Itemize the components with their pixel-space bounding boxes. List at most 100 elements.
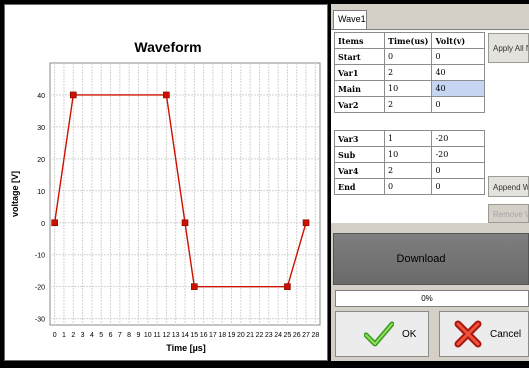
- volt-cell[interactable]: -20: [431, 130, 485, 147]
- x-tick-label: 7: [118, 332, 122, 339]
- download-button[interactable]: Download: [333, 233, 529, 285]
- header-items: Items: [334, 32, 385, 49]
- x-tick-label: 20: [237, 332, 245, 339]
- tab-wave1[interactable]: Wave1: [333, 10, 367, 30]
- x-tick-label: 0: [53, 332, 57, 339]
- x-tick-label: 1: [62, 332, 66, 339]
- volt-cell[interactable]: -20: [431, 146, 485, 163]
- chart-title: Waveform: [134, 39, 201, 55]
- x-tick-label: 25: [284, 332, 292, 339]
- apply-all-button[interactable]: Apply All N: [488, 33, 529, 63]
- x-tick-label: 21: [246, 332, 254, 339]
- x-tick-label: 2: [71, 332, 75, 339]
- x-tick-label: 24: [274, 332, 282, 339]
- volt-cell[interactable]: 0: [431, 162, 485, 179]
- table-row: Var3 1 -20: [334, 130, 485, 147]
- progress-text: 0%: [421, 294, 433, 303]
- time-cell[interactable]: 10: [383, 146, 433, 163]
- table-spacer-row: [334, 112, 485, 131]
- header-volt: Volt(v): [431, 32, 485, 49]
- remove-wave-button[interactable]: Remove V: [488, 204, 529, 223]
- x-tick-label: 10: [144, 332, 152, 339]
- table-row: End 0 0: [334, 178, 485, 195]
- y-tick-label: 40: [37, 93, 45, 100]
- download-progress-bar: 0%: [335, 290, 529, 307]
- table-row: Start 0 0: [334, 48, 485, 65]
- x-tick-label: 19: [228, 332, 236, 339]
- checkmark-icon: [364, 321, 394, 347]
- x-axis-label: Time [µs]: [166, 343, 206, 353]
- header-time: Time(us): [383, 32, 433, 49]
- spacer-cell: [334, 112, 485, 131]
- waveform-chart-panel: Waveform 0 1 2 3 4 5 6 7 8 9 10 11 12 13 14 15 16 17 18 19 2…: [4, 4, 328, 361]
- x-tick-label: 22: [256, 332, 264, 339]
- download-label: Download: [396, 253, 446, 265]
- table-row: Var4 2 0: [334, 162, 485, 179]
- x-tick-label: 26: [293, 332, 301, 339]
- y-tick-label: 20: [37, 157, 45, 164]
- x-tick-label: 17: [209, 332, 217, 339]
- x-tick-label: 8: [127, 332, 131, 339]
- row-item-label: Start: [334, 48, 385, 65]
- data-point[interactable]: [163, 91, 170, 99]
- x-tick-label: 5: [99, 332, 103, 339]
- volt-cell-selected[interactable]: 40: [431, 80, 485, 97]
- y-tick-label: -30: [35, 317, 45, 324]
- table-row: Main 10 40: [334, 80, 485, 97]
- wave-points-table: Items Time(us) Volt(v) Start 0 0 Var1 2 …: [334, 32, 485, 195]
- x-tick-label: 18: [218, 332, 226, 339]
- x-tick-label: 23: [265, 332, 273, 339]
- data-point[interactable]: [191, 283, 198, 290]
- y-tick-label: 30: [37, 125, 45, 132]
- volt-cell[interactable]: 40: [431, 64, 485, 81]
- time-cell[interactable]: 2: [383, 96, 433, 113]
- table-row: Var1 2 40: [334, 64, 485, 81]
- app-window: Waveform 0 1 2 3 4 5 6 7 8 9 10 11 12 13 14 15 16 17 18 19 2…: [0, 0, 529, 368]
- y-axis-label: voltage [V]: [10, 171, 20, 217]
- table-header-row: Items Time(us) Volt(v): [334, 32, 485, 49]
- table-row: Var2 2 0: [334, 96, 485, 113]
- y-tick-label: 0: [41, 221, 45, 228]
- x-icon: [454, 320, 482, 348]
- x-tick-label: 9: [136, 332, 140, 339]
- volt-cell[interactable]: 0: [431, 96, 485, 113]
- volt-cell[interactable]: 0: [431, 178, 485, 195]
- x-tick-label: 27: [302, 332, 310, 339]
- data-point[interactable]: [302, 219, 310, 227]
- x-tick-label: 28: [311, 332, 319, 339]
- row-item-label: Var3: [334, 130, 385, 147]
- row-item-label: Main: [334, 80, 385, 97]
- ok-label: OK: [402, 328, 417, 340]
- waveform-chart: Waveform 0 1 2 3 4 5 6 7 8 9 10 11 12 13 14 15 16 17 18 19 2…: [10, 39, 321, 353]
- data-point[interactable]: [181, 219, 189, 227]
- cancel-label: Cancel: [490, 328, 522, 340]
- x-tick-label: 6: [109, 332, 113, 339]
- table-row: Sub 10 -20: [334, 146, 485, 163]
- x-tick-label: 3: [81, 332, 85, 339]
- row-item-label: Sub: [334, 146, 385, 163]
- x-tick-label: 16: [200, 332, 208, 339]
- x-tick-label: 4: [90, 332, 94, 339]
- volt-cell[interactable]: 0: [431, 48, 485, 65]
- time-cell[interactable]: 1: [383, 130, 433, 147]
- x-tick-label: 14: [181, 332, 189, 339]
- settings-panel: Wave1 Items Time(us) Volt(v) Start 0 0 V…: [331, 4, 529, 361]
- row-item-label: End: [334, 178, 385, 195]
- ok-button[interactable]: OK: [335, 311, 429, 357]
- time-cell[interactable]: 0: [383, 178, 433, 195]
- data-point[interactable]: [69, 91, 77, 99]
- data-point[interactable]: [284, 283, 291, 290]
- cancel-button[interactable]: Cancel: [439, 311, 529, 357]
- y-tick-label: -10: [35, 253, 45, 260]
- time-cell[interactable]: 2: [383, 64, 433, 81]
- data-point[interactable]: [51, 219, 58, 227]
- time-cell[interactable]: 2: [383, 162, 433, 179]
- time-cell[interactable]: 0: [383, 48, 433, 65]
- x-tick-label: 13: [172, 332, 180, 339]
- row-item-label: Var2: [334, 96, 385, 113]
- x-tick-label: 11: [153, 332, 160, 339]
- y-tick-label: -20: [35, 285, 45, 292]
- append-wave-button[interactable]: Append W: [488, 176, 529, 197]
- x-tick-label: 12: [162, 332, 170, 339]
- time-cell[interactable]: 10: [383, 80, 433, 97]
